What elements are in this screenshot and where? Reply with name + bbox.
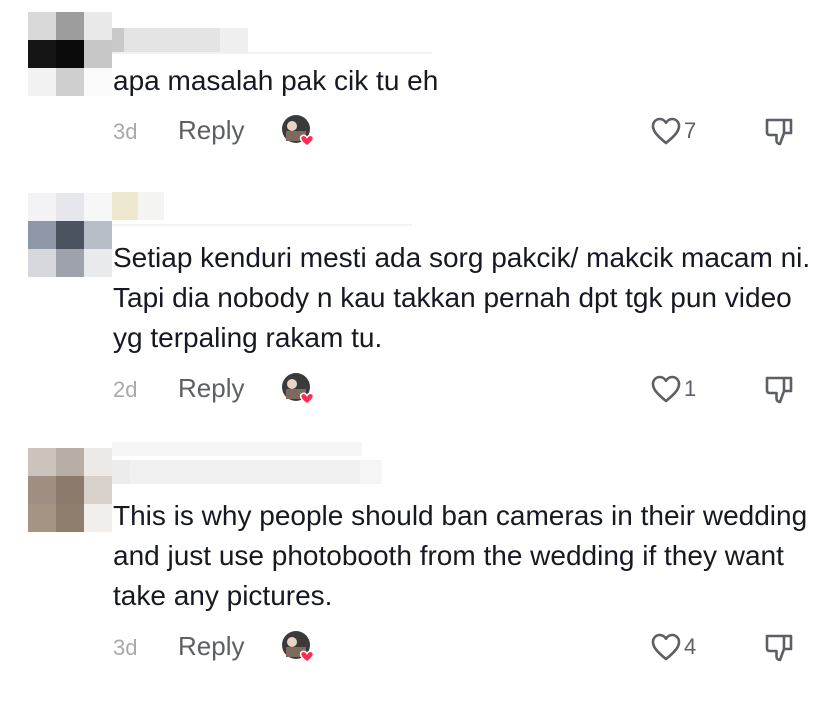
username-blurred[interactable] xyxy=(112,458,382,486)
username-pixel-row xyxy=(112,442,362,456)
creator-avatar-heart-icon xyxy=(282,631,315,663)
creator-avatar-heart-icon xyxy=(282,373,315,405)
avatar[interactable] xyxy=(28,193,112,277)
avatar[interactable] xyxy=(28,12,112,96)
comment-timestamp: 3d xyxy=(113,119,138,144)
username-underline xyxy=(112,224,412,226)
comment-text: apa masalah pak cik tu eh xyxy=(113,65,439,96)
thumbs-down-icon[interactable] xyxy=(763,631,797,665)
heart-outline-icon xyxy=(651,117,681,145)
heart-outline-icon xyxy=(651,375,681,403)
username-blurred[interactable] xyxy=(112,192,164,220)
like-button[interactable]: 7 xyxy=(650,113,696,149)
reply-button[interactable]: Reply xyxy=(178,115,244,146)
comment-timestamp: 2d xyxy=(113,377,138,402)
comment-actions: 3d Reply 7 xyxy=(113,113,813,153)
username-blurred[interactable] xyxy=(112,26,248,54)
creator-avatar-heart-icon xyxy=(282,115,315,147)
like-button[interactable]: 4 xyxy=(650,629,696,665)
comment-actions: 2d Reply 1 xyxy=(113,371,813,411)
reply-button[interactable]: Reply xyxy=(178,373,244,404)
like-count: 4 xyxy=(684,634,697,659)
comment-text: This is why people should ban cameras in… xyxy=(113,500,808,611)
thumbs-down-icon[interactable] xyxy=(763,373,797,407)
like-button[interactable]: 1 xyxy=(650,371,696,407)
like-count: 7 xyxy=(684,118,697,143)
like-count: 1 xyxy=(684,376,697,401)
comment-timestamp: 3d xyxy=(113,635,138,660)
avatar[interactable] xyxy=(28,448,112,532)
heart-outline-icon xyxy=(651,633,681,661)
comment-actions: 3d Reply 4 xyxy=(113,629,813,669)
thumbs-down-icon[interactable] xyxy=(763,115,797,149)
reply-button[interactable]: Reply xyxy=(178,631,244,662)
comment-text: Setiap kenduri mesti ada sorg pakcik/ ma… xyxy=(113,242,811,353)
username-underline xyxy=(112,52,432,54)
